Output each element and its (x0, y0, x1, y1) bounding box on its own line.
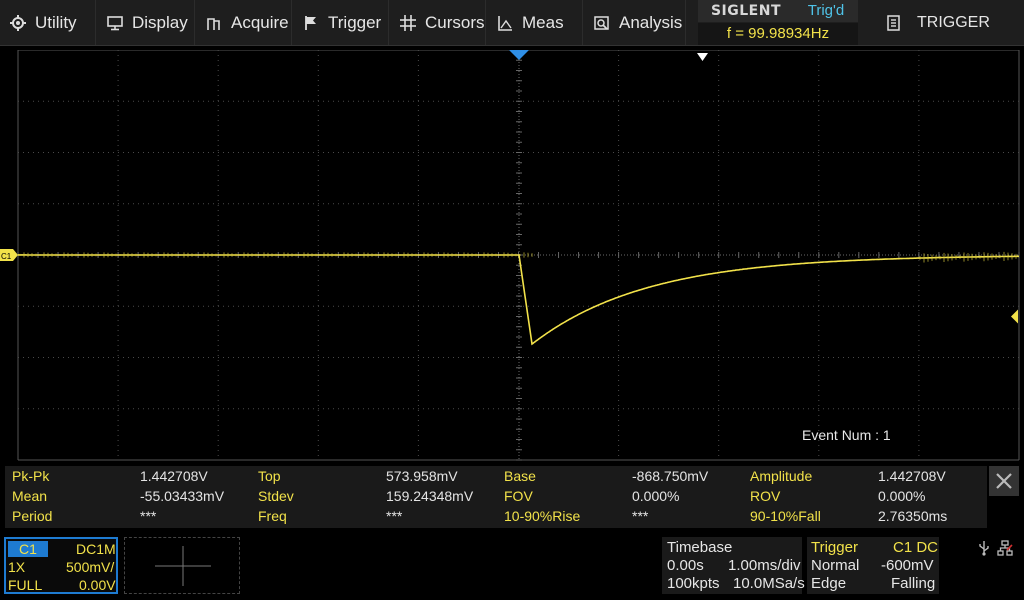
menu-cursors[interactable]: Cursors (390, 0, 486, 45)
plus-icon (155, 546, 211, 586)
menu-analysis-label: Analysis (619, 12, 683, 32)
meas-value: 0.000% (632, 488, 680, 504)
ch1-ground-marker[interactable]: C1 (0, 249, 18, 261)
trigger-type: Edge (811, 575, 847, 592)
analysis-icon (594, 15, 610, 31)
brand-logo: SIGLENT (698, 0, 794, 22)
menu-trigger-label: Trigger (328, 12, 382, 32)
meas-value: 159.24348mV (386, 488, 474, 504)
timebase-box[interactable]: Timebase 0.00s 1.00ms/div 100kpts 10.0MS… (662, 537, 805, 594)
trigger-source: C1 DC (893, 539, 939, 556)
trigger-level: -600mV (881, 557, 934, 574)
menu-meas[interactable]: Meas (487, 0, 583, 45)
timebase-title: Timebase (667, 539, 733, 556)
meas-value: 0.000% (878, 488, 926, 504)
usb-icon (976, 540, 992, 556)
channel1-box[interactable]: C1 DC1M 1X 500mV/ FULL 0.00V (4, 537, 118, 594)
trigger-slope: Falling (891, 575, 936, 592)
meas-value: 2.76350ms (878, 508, 948, 524)
channel1-probe: 1X (8, 559, 26, 575)
trigger-title: Trigger (811, 539, 858, 556)
trigger-position-marker[interactable] (509, 50, 529, 60)
monitor-icon (107, 15, 123, 31)
menu-acquire-label: Acquire (231, 12, 289, 32)
meas-value: 573.958mV (386, 468, 458, 484)
meas-label: Base (504, 468, 536, 484)
ch1-ground-label: C1 (1, 252, 12, 261)
crosshair-icon (400, 14, 416, 31)
meas-value: *** (632, 508, 649, 524)
trigger-menu-label: TRIGGER (917, 13, 990, 31)
acquire-icon (206, 15, 222, 31)
trigger-level-marker[interactable] (1011, 309, 1018, 324)
menu-acquire[interactable]: Acquire (196, 0, 292, 45)
menu-trigger[interactable]: Trigger (293, 0, 389, 45)
meas-label: Stdev (258, 488, 294, 504)
menu-display-label: Display (132, 12, 188, 32)
timebase-delay: 0.00s (667, 557, 704, 574)
measurement-row: Mean -55.03433mV Stdev 159.24348mV FOV 0… (5, 486, 987, 506)
meas-label: Period (12, 508, 53, 524)
frequency-readout: f = 99.98934Hz (698, 23, 858, 45)
timebase-scale: 1.00ms/div (728, 557, 801, 574)
measurement-panel: Pk-Pk 1.442708V Top 573.958mV Base -868.… (5, 466, 987, 528)
measurement-row: Pk-Pk 1.442708V Top 573.958mV Base -868.… (5, 466, 987, 486)
timebase-memory: 100kpts (667, 575, 720, 592)
meas-label: FOV (504, 488, 533, 504)
meas-value: *** (386, 508, 403, 524)
meas-label: Freq (258, 508, 287, 524)
meas-label: Pk-Pk (12, 468, 50, 484)
menu-utility[interactable]: Utility (0, 0, 96, 45)
menu-display[interactable]: Display (97, 0, 195, 45)
meas-label: Top (258, 468, 281, 484)
close-icon (996, 473, 1012, 489)
flag-icon (303, 15, 319, 31)
menu-utility-label: Utility (35, 12, 77, 32)
trigger-point-marker (697, 53, 708, 61)
menu-meas-label: Meas (522, 12, 564, 32)
measurement-close-button[interactable] (989, 466, 1019, 496)
meas-value: *** (140, 508, 157, 524)
meas-icon (497, 15, 513, 31)
trigger-box[interactable]: Trigger C1 DC Normal -600mV Edge Falling (807, 537, 939, 594)
meas-label: 10-90%Rise (504, 508, 581, 524)
status-box: SIGLENT Trig'd f = 99.98934Hz (698, 0, 858, 45)
meas-value: 1.442708V (878, 468, 946, 484)
gear-icon (10, 14, 26, 31)
meas-value: -868.750mV (632, 468, 709, 484)
trigger-status: Trig'd (794, 0, 858, 22)
meas-label: Amplitude (750, 468, 813, 484)
waveform-area[interactable]: C1 Event Num : 1 (0, 49, 1024, 462)
channel1-coupling: DC1M (76, 541, 116, 557)
add-channel-button[interactable] (124, 537, 240, 594)
meas-label: ROV (750, 488, 781, 504)
menu-cursors-label: Cursors (425, 12, 485, 32)
channel1-name: C1 (8, 541, 48, 557)
timebase-sample-rate: 10.0MSa/s (733, 575, 805, 592)
meas-label: 90-10%Fall (750, 508, 821, 524)
channel1-offset: 0.00V (79, 577, 116, 593)
menu-analysis[interactable]: Analysis (584, 0, 686, 45)
meas-value: -55.03433mV (140, 488, 225, 504)
menu-bar: Utility Display Acquire Trigger Cursors … (0, 0, 1024, 46)
meas-value: 1.442708V (140, 468, 208, 484)
network-icon (997, 540, 1013, 556)
menu-list-icon (887, 14, 901, 31)
trigger-mode: Normal (811, 557, 860, 574)
measurement-row: Period *** Freq *** 10-90%Rise *** 90-10… (5, 506, 987, 526)
meas-label: Mean (12, 488, 48, 504)
channel1-scale: 500mV/ (66, 559, 115, 575)
waveform-display: C1 (0, 49, 1020, 461)
channel1-bandwidth: FULL (8, 577, 43, 593)
event-number: Event Num : 1 (802, 427, 891, 443)
trigger-menu-button[interactable]: TRIGGER (870, 0, 1024, 45)
